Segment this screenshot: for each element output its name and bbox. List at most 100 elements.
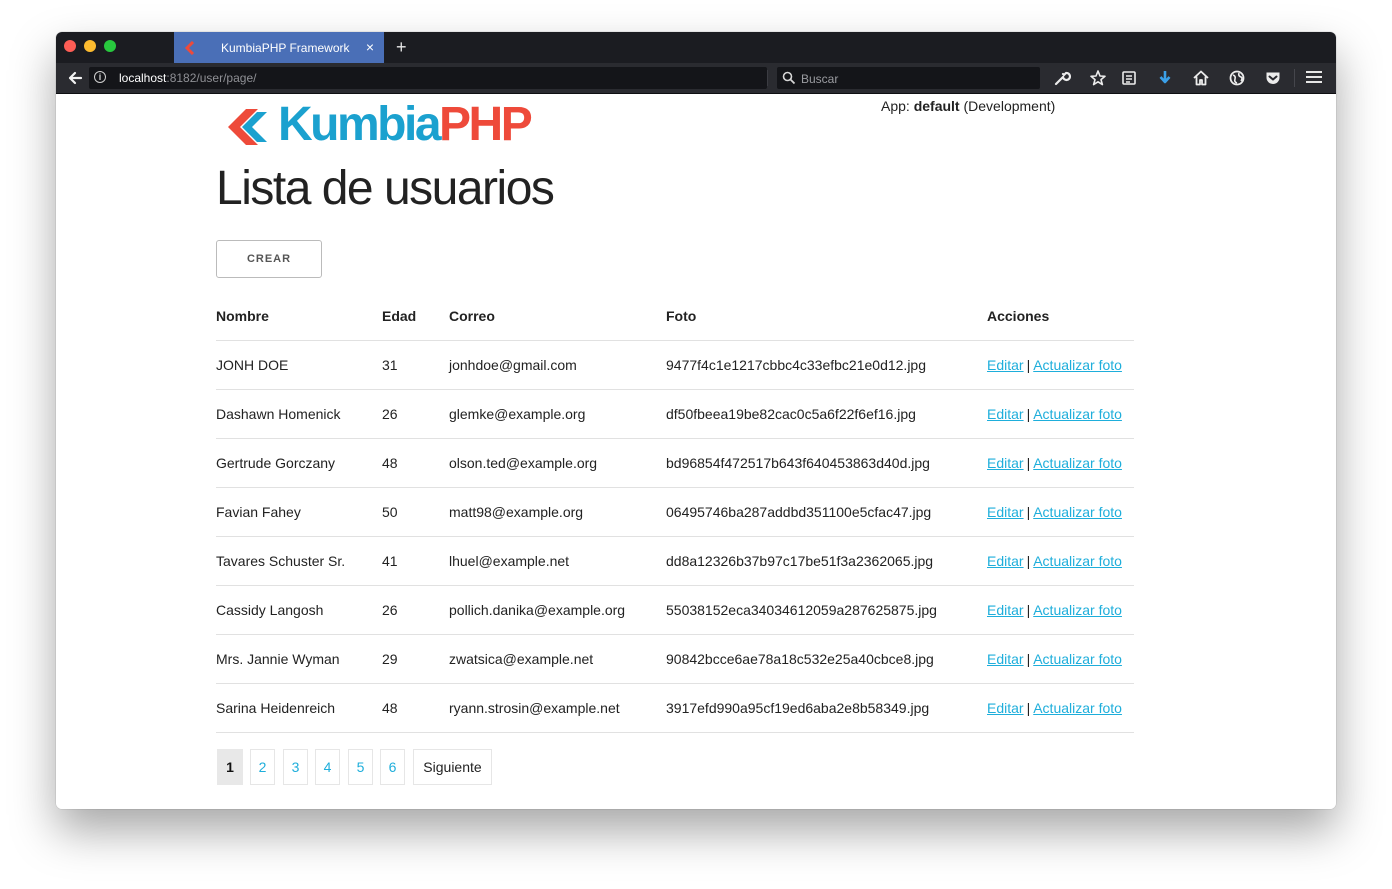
edit-link[interactable]: Editar	[987, 651, 1024, 667]
page-content: KumbiaPHP App: default (Development) Lis…	[56, 94, 1336, 809]
table-row: Favian Fahey 50 matt98@example.org 06495746…	[216, 487, 1134, 537]
cell-nombre: Sarina Heidenreich	[216, 683, 382, 733]
edit-link[interactable]: Editar	[987, 357, 1024, 373]
cell-acciones: Editar | Actualizar foto	[987, 634, 1134, 684]
cell-foto: 3917efd990a95cf19ed6aba2e8b58349.jpg	[666, 683, 987, 733]
edit-link[interactable]: Editar	[987, 602, 1024, 618]
logo-text: KumbiaPHP	[278, 98, 533, 151]
update-photo-link[interactable]: Actualizar foto	[1033, 406, 1122, 422]
wrench-icon[interactable]	[1053, 69, 1071, 87]
page-3[interactable]: 3	[283, 749, 308, 785]
tab-kumbiaphp[interactable]: KumbiaPHP Framework ×	[174, 32, 384, 63]
cell-nombre: JONH DOE	[216, 340, 382, 390]
update-photo-link[interactable]: Actualizar foto	[1033, 553, 1122, 569]
cell-acciones: Editar | Actualizar foto	[987, 585, 1134, 635]
kumbiaphp-logo[interactable]: KumbiaPHP	[224, 99, 584, 151]
cell-acciones: Editar | Actualizar foto	[987, 340, 1134, 390]
page-4[interactable]: 4	[315, 749, 340, 785]
action-separator: |	[1026, 553, 1031, 569]
hamburger-menu-icon[interactable]	[1306, 71, 1322, 85]
home-icon[interactable]	[1192, 69, 1210, 87]
column-header-edad: Edad	[382, 292, 449, 341]
table-row: Cassidy Langosh 26 pollich.danika@example.…	[216, 585, 1134, 635]
tab-title: KumbiaPHP Framework	[221, 41, 350, 55]
table-row: Dashawn Homenick 26 glemke@example.org df50…	[216, 389, 1134, 439]
column-header-correo: Correo	[449, 292, 666, 341]
table-row: Gertrude Gorczany 48 olson.ted@example.org…	[216, 438, 1134, 488]
update-photo-link[interactable]: Actualizar foto	[1033, 357, 1122, 373]
cell-correo: matt98@example.org	[449, 487, 666, 537]
info-icon[interactable]: i	[94, 71, 106, 83]
globe-icon[interactable]	[1228, 69, 1246, 87]
update-photo-link[interactable]: Actualizar foto	[1033, 455, 1122, 471]
tab-close-icon[interactable]: ×	[366, 39, 374, 55]
cell-nombre: Mrs. Jannie Wyman	[216, 634, 382, 684]
update-photo-link[interactable]: Actualizar foto	[1033, 700, 1122, 716]
cell-correo: ryann.strosin@example.net	[449, 683, 666, 733]
download-icon[interactable]	[1156, 69, 1174, 87]
reader-icon[interactable]	[1120, 69, 1138, 87]
page-6[interactable]: 6	[380, 749, 405, 785]
close-window-button[interactable]	[64, 40, 76, 52]
action-separator: |	[1026, 602, 1031, 618]
url-divider	[767, 70, 768, 86]
edit-link[interactable]: Editar	[987, 455, 1024, 471]
users-table: Nombre Edad Correo Foto Acciones JONH DO…	[216, 292, 1134, 733]
action-separator: |	[1026, 651, 1031, 667]
cell-acciones: Editar | Actualizar foto	[987, 487, 1134, 537]
cell-foto: bd96854f472517b643f640453863d40d.jpg	[666, 438, 987, 488]
edit-link[interactable]: Editar	[987, 406, 1024, 422]
search-icon	[782, 71, 796, 85]
url-text[interactable]: localhost:8182/user/page/	[119, 71, 256, 85]
page-1[interactable]: 1	[217, 749, 243, 785]
cell-correo: zwatsica@example.net	[449, 634, 666, 684]
next-page-button[interactable]: Siguiente	[413, 749, 492, 785]
navigation-bar: i localhost:8182/user/page/ ↻	[56, 63, 1336, 94]
action-separator: |	[1026, 406, 1031, 422]
cell-correo: glemke@example.org	[449, 389, 666, 439]
new-tab-button[interactable]: +	[396, 37, 407, 57]
action-separator: |	[1026, 357, 1031, 373]
table-row: JONH DOE 31 jonhdoe@gmail.com 9477f4c1e1217…	[216, 340, 1134, 390]
back-arrow-icon[interactable]	[66, 69, 84, 87]
update-photo-link[interactable]: Actualizar foto	[1033, 504, 1122, 520]
create-button[interactable]: CREAR	[216, 240, 322, 278]
search-input[interactable]	[799, 69, 1033, 89]
cell-nombre: Favian Fahey	[216, 487, 382, 537]
cell-nombre: Cassidy Langosh	[216, 585, 382, 635]
edit-link[interactable]: Editar	[987, 700, 1024, 716]
edit-link[interactable]: Editar	[987, 504, 1024, 520]
kumbia-chevron-icon	[228, 109, 267, 145]
update-photo-link[interactable]: Actualizar foto	[1033, 651, 1122, 667]
edit-link[interactable]: Editar	[987, 553, 1024, 569]
update-photo-link[interactable]: Actualizar foto	[1033, 602, 1122, 618]
cell-foto: 55038152eca34034612059a287625875.jpg	[666, 585, 987, 635]
zoom-window-button[interactable]	[104, 40, 116, 52]
cell-foto: df50fbeea19be82cac0c5a6f22f6ef16.jpg	[666, 389, 987, 439]
minimize-window-button[interactable]	[84, 40, 96, 52]
pocket-icon[interactable]	[1264, 69, 1282, 87]
cell-edad: 26	[382, 585, 449, 635]
page-2[interactable]: 2	[250, 749, 275, 785]
cell-foto: dd8a12326b37b97c17be51f3a2362065.jpg	[666, 536, 987, 586]
cell-correo: lhuel@example.net	[449, 536, 666, 586]
table-header-row: Nombre Edad Correo Foto Acciones	[216, 292, 1134, 341]
url-bar[interactable]: i localhost:8182/user/page/ ↻	[89, 67, 788, 89]
page-title: Lista de usuarios	[216, 162, 555, 215]
cell-foto: 9477f4c1e1217cbbc4c33efbc21e0d12.jpg	[666, 340, 987, 390]
star-icon[interactable]	[1089, 69, 1107, 87]
cell-acciones: Editar | Actualizar foto	[987, 683, 1134, 733]
tab-strip: KumbiaPHP Framework × +	[56, 32, 1336, 63]
cell-acciones: Editar | Actualizar foto	[987, 389, 1134, 439]
browser-window: KumbiaPHP Framework × + i localhost:8182…	[56, 32, 1336, 809]
cell-edad: 29	[382, 634, 449, 684]
cell-edad: 48	[382, 683, 449, 733]
search-bar[interactable]	[777, 67, 1040, 89]
cell-edad: 50	[382, 487, 449, 537]
cell-acciones: Editar | Actualizar foto	[987, 536, 1134, 586]
kumbia-favicon-icon	[184, 41, 195, 55]
table-row: Tavares Schuster Sr. 41 lhuel@example.net d…	[216, 536, 1134, 586]
cell-nombre: Tavares Schuster Sr.	[216, 536, 382, 586]
cell-edad: 31	[382, 340, 449, 390]
page-5[interactable]: 5	[348, 749, 373, 785]
